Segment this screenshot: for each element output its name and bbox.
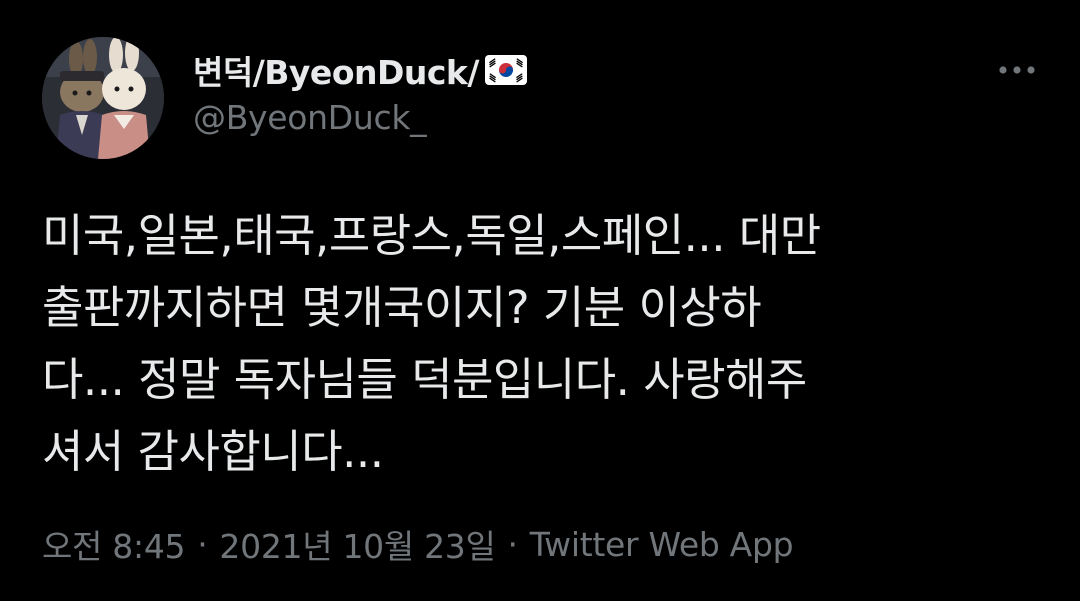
tweet-card: 변덕/ByeonDuck/ @ByeonDuck_ 미국,일본,태국,프랑스,독… [0,0,1080,601]
meta-separator: · [197,524,208,564]
author-name-row: 변덕/ByeonDuck/ [193,48,527,92]
author-avatar[interactable] [42,37,164,159]
south-korea-flag-icon [484,55,527,85]
meta-separator: · [507,524,519,564]
tweet-date[interactable]: 2021년 10월 23일 [219,520,495,568]
tweet-source-link[interactable]: Twitter Web App [530,525,794,564]
tweet-text-line: 미국,일본,태국,프랑스,독일,스페인... 대만 [42,209,821,262]
more-options-icon [999,66,1035,74]
tweet-text-line: 셔서 감사합니다... [42,425,384,478]
avatar-image [42,37,164,159]
author-handle[interactable]: @ByeonDuck_ [193,98,427,137]
tweet-time[interactable]: 오전 8:45 [42,520,186,568]
author-display-name[interactable]: 변덕/ByeonDuck/ [193,46,479,94]
tweet-metadata: 오전 8:45 · 2021년 10월 23일 · Twitter Web Ap… [42,520,794,568]
tweet-text: 미국,일본,태국,프랑스,독일,스페인... 대만 출판까지하면 몇개국이지? … [42,200,1042,488]
tweet-text-line: 출판까지하면 몇개국이지? 기분 이상하 [42,281,762,334]
tweet-text-line: 다... 정말 독자님들 덕분입니다. 사랑해주 [42,353,807,406]
more-options-button[interactable] [995,56,1039,84]
